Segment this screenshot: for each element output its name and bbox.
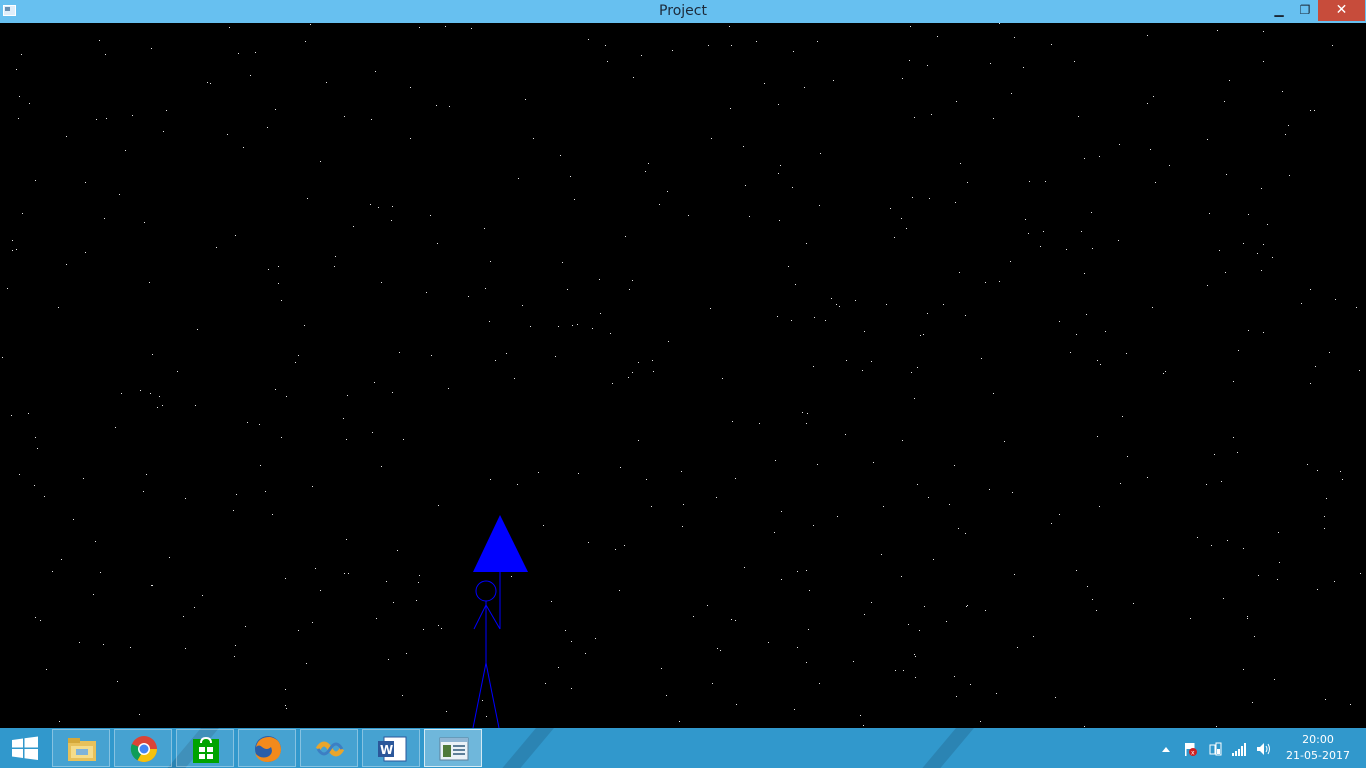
- battery-power-icon[interactable]: [1207, 741, 1223, 757]
- network-signal-icon[interactable]: [1231, 741, 1247, 757]
- stick-figure-head: [475, 580, 497, 602]
- taskbar-file-explorer[interactable]: [52, 729, 110, 767]
- stick-figure: [472, 580, 501, 728]
- title-bar: Project ▁ ❐ ✕: [0, 0, 1366, 23]
- close-button[interactable]: ✕: [1318, 0, 1365, 21]
- clock-date: 21-05-2017: [1286, 749, 1350, 762]
- stick-figure-left-leg: [472, 662, 487, 728]
- taskbar: W x 20:00 21-05-2017: [0, 728, 1366, 768]
- stick-figure-right-arm: [485, 604, 501, 630]
- taskbar-word[interactable]: W: [362, 729, 420, 767]
- file-explorer-icon: [68, 738, 96, 761]
- taskbar-clock[interactable]: 20:00 21-05-2017: [1282, 732, 1354, 764]
- taskbar-chrome[interactable]: [114, 729, 172, 767]
- word-icon: W: [378, 736, 407, 762]
- action-center-flag-icon[interactable]: x: [1182, 741, 1198, 757]
- taskbar-ide[interactable]: [300, 729, 358, 767]
- store-icon: [193, 736, 219, 763]
- stick-figure-left-arm: [473, 604, 487, 630]
- ide-icon: [315, 741, 345, 757]
- firefox-icon: [255, 736, 281, 762]
- umbrella: [473, 515, 528, 629]
- svg-text:W: W: [380, 743, 393, 757]
- minimize-button[interactable]: ▁: [1266, 0, 1292, 21]
- windows-logo-icon: [12, 736, 38, 760]
- stick-figure-right-leg: [485, 662, 500, 728]
- maximize-button[interactable]: ❐: [1292, 0, 1318, 21]
- start-button[interactable]: [0, 728, 50, 768]
- taskbar-project-window[interactable]: [424, 729, 482, 767]
- umbrella-canopy: [473, 515, 528, 572]
- svg-text:x: x: [1191, 750, 1195, 757]
- clock-time: 20:00: [1302, 733, 1334, 746]
- volume-icon[interactable]: [1255, 741, 1271, 757]
- window-title: Project: [659, 3, 707, 19]
- project-window-icon: [439, 737, 469, 761]
- chrome-icon: [130, 736, 158, 763]
- scene-svg: [472, 515, 528, 728]
- taskbar-firefox[interactable]: [238, 729, 296, 767]
- taskbar-store[interactable]: [176, 729, 234, 767]
- show-hidden-icons-icon[interactable]: [1158, 741, 1174, 757]
- drawing-canvas: [0, 23, 1366, 728]
